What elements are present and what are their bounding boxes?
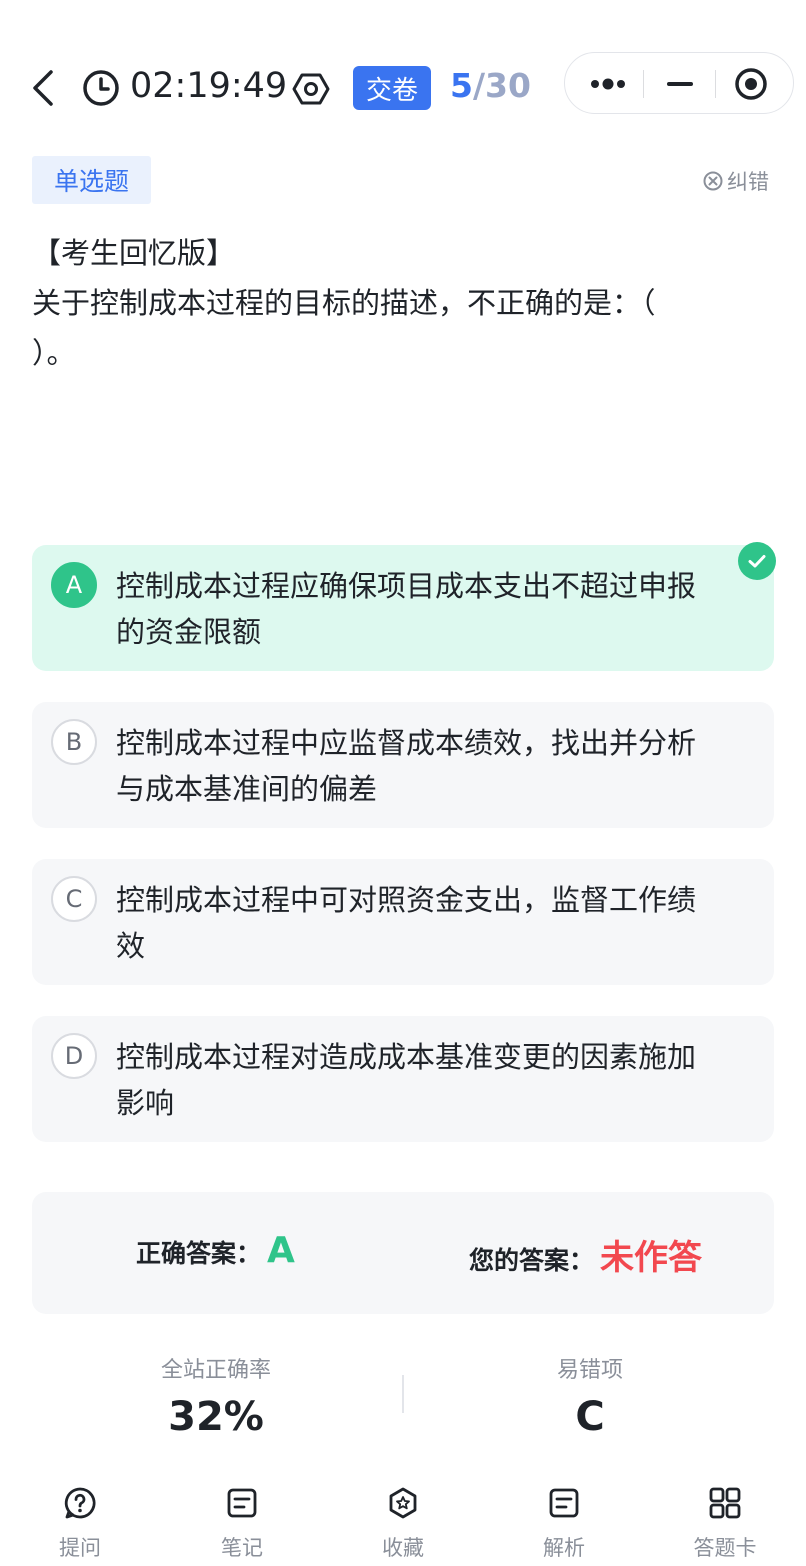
nav-favorite[interactable]: 收藏 [343, 1482, 463, 1562]
option-letter: C [51, 876, 97, 922]
site-accuracy-stat: 全站正确率 32% [116, 1352, 316, 1440]
close-target-icon[interactable] [731, 66, 771, 102]
nav-label: 答题卡 [693, 1536, 757, 1560]
question-icon [64, 1487, 96, 1519]
correct-check-badge [738, 542, 776, 580]
correct-answer-label: 正确答案： [136, 1239, 262, 1268]
analysis-icon [549, 1488, 579, 1518]
user-answer: 您的答案： 未作答 [469, 1230, 702, 1279]
question-stem: 【考生回忆版】 关于控制成本过程的目标的描述，不正确的是：（ ）。 [32, 228, 732, 378]
report-error-button[interactable]: 纠错 [702, 166, 769, 196]
capsule-divider [643, 70, 644, 98]
nav-notes[interactable]: 笔记 [182, 1482, 302, 1562]
more-icon[interactable] [587, 66, 629, 102]
nav-label: 笔记 [221, 1536, 263, 1560]
submit-exam-button[interactable]: 交卷 [353, 66, 431, 110]
stat-value: C [575, 1394, 605, 1440]
common-wrong-stat: 易错项 C [490, 1352, 690, 1440]
close-circle-icon [703, 171, 723, 191]
nav-ask[interactable]: 提问 [20, 1482, 140, 1562]
option-letter: B [51, 719, 97, 765]
question-line: 【考生回忆版】 [32, 236, 236, 270]
option-line: 效 [116, 929, 146, 963]
capsule-divider [715, 70, 716, 98]
nav-analysis[interactable]: 解析 [504, 1482, 624, 1562]
question-progress[interactable]: 5/30 [450, 66, 531, 105]
top-bar: 02:19:49 交卷 5/30 [0, 48, 806, 128]
progress-separator: / [472, 66, 486, 105]
grid-icon [709, 1487, 741, 1519]
option-line: 与成本基准间的偏差 [116, 772, 378, 806]
progress-total: 30 [485, 66, 531, 105]
answer-summary: 正确答案： A 您的答案： 未作答 [32, 1192, 774, 1314]
nav-answer-card[interactable]: 答题卡 [665, 1482, 785, 1562]
progress-current: 5 [450, 66, 473, 105]
chevron-left-icon [33, 70, 53, 106]
correct-answer-value: A [267, 1230, 295, 1271]
user-answer-label: 您的答案： [469, 1246, 595, 1275]
option-c[interactable]: C 控制成本过程中可对照资金支出，监督工作绩 效 [32, 859, 774, 985]
option-line: 影响 [116, 1086, 175, 1120]
settings-icon[interactable] [292, 70, 330, 108]
option-text: 控制成本过程中应监督成本绩效，找出并分析 与成本基准间的偏差 [116, 720, 756, 812]
question-type-badge: 单选题 [32, 156, 151, 204]
option-text: 控制成本过程对造成成本基准变更的因素施加 影响 [116, 1034, 756, 1126]
option-a[interactable]: A 控制成本过程应确保项目成本支出不超过申报 的资金限额 [32, 542, 776, 671]
option-line: 控制成本过程中可对照资金支出，监督工作绩 [116, 883, 697, 917]
correct-answer: 正确答案： A [136, 1230, 295, 1271]
report-error-label: 纠错 [727, 170, 769, 194]
stat-value: 32% [168, 1394, 264, 1440]
stat-divider [402, 1375, 404, 1413]
question-line: ）。 [32, 336, 76, 370]
option-letter: D [51, 1033, 97, 1079]
option-b[interactable]: B 控制成本过程中应监督成本绩效，找出并分析 与成本基准间的偏差 [32, 702, 774, 828]
nav-label: 收藏 [382, 1536, 424, 1560]
timer: 02:19:49 [130, 66, 288, 106]
minimize-icon[interactable] [660, 66, 700, 102]
nav-label: 解析 [543, 1536, 585, 1560]
option-line: 的资金限额 [116, 615, 262, 649]
clock-icon [83, 70, 119, 106]
stat-label: 易错项 [556, 1358, 623, 1383]
option-letter: A [51, 562, 97, 608]
option-line: 控制成本过程对造成成本基准变更的因素施加 [116, 1040, 697, 1074]
question-line: 关于控制成本过程的目标的描述，不正确的是：（ [32, 286, 656, 320]
check-icon [748, 555, 766, 568]
note-icon [227, 1488, 257, 1518]
option-text: 控制成本过程中可对照资金支出，监督工作绩 效 [116, 877, 756, 969]
star-icon [389, 1487, 417, 1519]
option-d[interactable]: D 控制成本过程对造成成本基准变更的因素施加 影响 [32, 1016, 774, 1142]
option-text: 控制成本过程应确保项目成本支出不超过申报 的资金限额 [116, 563, 756, 655]
option-line: 控制成本过程应确保项目成本支出不超过申报 [116, 569, 697, 603]
user-answer-value: 未作答 [600, 1238, 703, 1278]
nav-label: 提问 [59, 1536, 101, 1560]
back-button[interactable] [28, 68, 58, 108]
option-line: 控制成本过程中应监督成本绩效，找出并分析 [116, 726, 697, 760]
bottom-nav: 提问 笔记 收藏 解析 答题卡 [0, 1482, 806, 1566]
stat-label: 全站正确率 [160, 1358, 271, 1383]
miniprogram-capsule [564, 52, 794, 114]
